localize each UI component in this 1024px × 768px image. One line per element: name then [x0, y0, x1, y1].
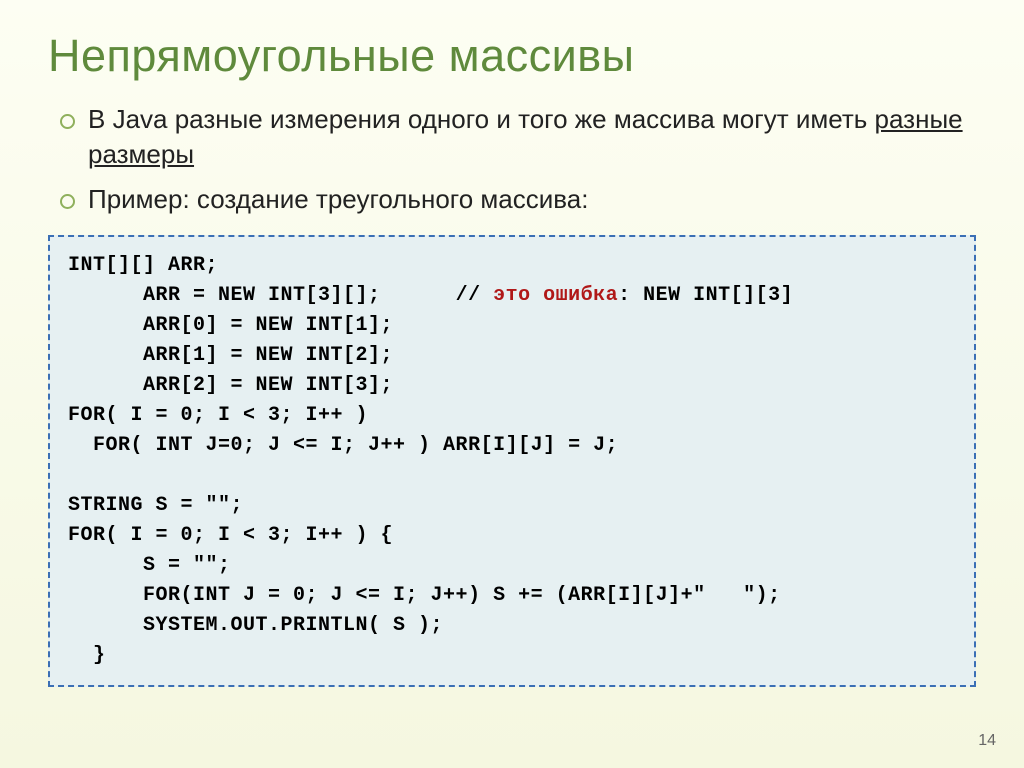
code-line: S = "";: [68, 554, 231, 577]
code-line: SYSTEM.OUT.PRINTLN( S );: [68, 614, 443, 637]
code-line: STRING S = "";: [68, 494, 243, 517]
code-line: }: [68, 644, 106, 667]
code-line: ARR = NEW INT[3][];: [68, 284, 456, 307]
code-line: ARR[2] = NEW INT[3];: [68, 374, 393, 397]
code-line: INT[][] ARR;: [68, 254, 218, 277]
code-line: FOR( INT J=0; J <= I; J++ ) ARR[I][J] = …: [68, 434, 618, 457]
code-comment-slashes: //: [456, 284, 494, 307]
code-block: INT[][] ARR; ARR = NEW INT[3][]; // это …: [48, 235, 976, 687]
code-line: FOR(INT J = 0; J <= I; J++) S += (ARR[I]…: [68, 584, 781, 607]
page-number: 14: [978, 732, 996, 750]
code-line: FOR( I = 0; I < 3; I++ ) {: [68, 524, 393, 547]
bullet-list: В Java разные измерения одного и того же…: [56, 102, 976, 217]
bullet-item: Пример: создание треугольного массива:: [56, 182, 976, 217]
code-comment-tail: : NEW INT[][3]: [618, 284, 793, 307]
code-line: ARR[0] = NEW INT[1];: [68, 314, 393, 337]
slide: Непрямоугольные массивы В Java разные из…: [0, 0, 1024, 707]
bullet-item: В Java разные измерения одного и того же…: [56, 102, 976, 172]
code-line: FOR( I = 0; I < 3; I++ ): [68, 404, 368, 427]
code-line: ARR[1] = NEW INT[2];: [68, 344, 393, 367]
slide-title: Непрямоугольные массивы: [48, 30, 976, 82]
code-error-text: это ошибка: [493, 284, 618, 307]
bullet-text-pre: В Java разные измерения одного и того же…: [88, 104, 875, 134]
bullet-text-pre: Пример: создание треугольного массива:: [88, 184, 588, 214]
